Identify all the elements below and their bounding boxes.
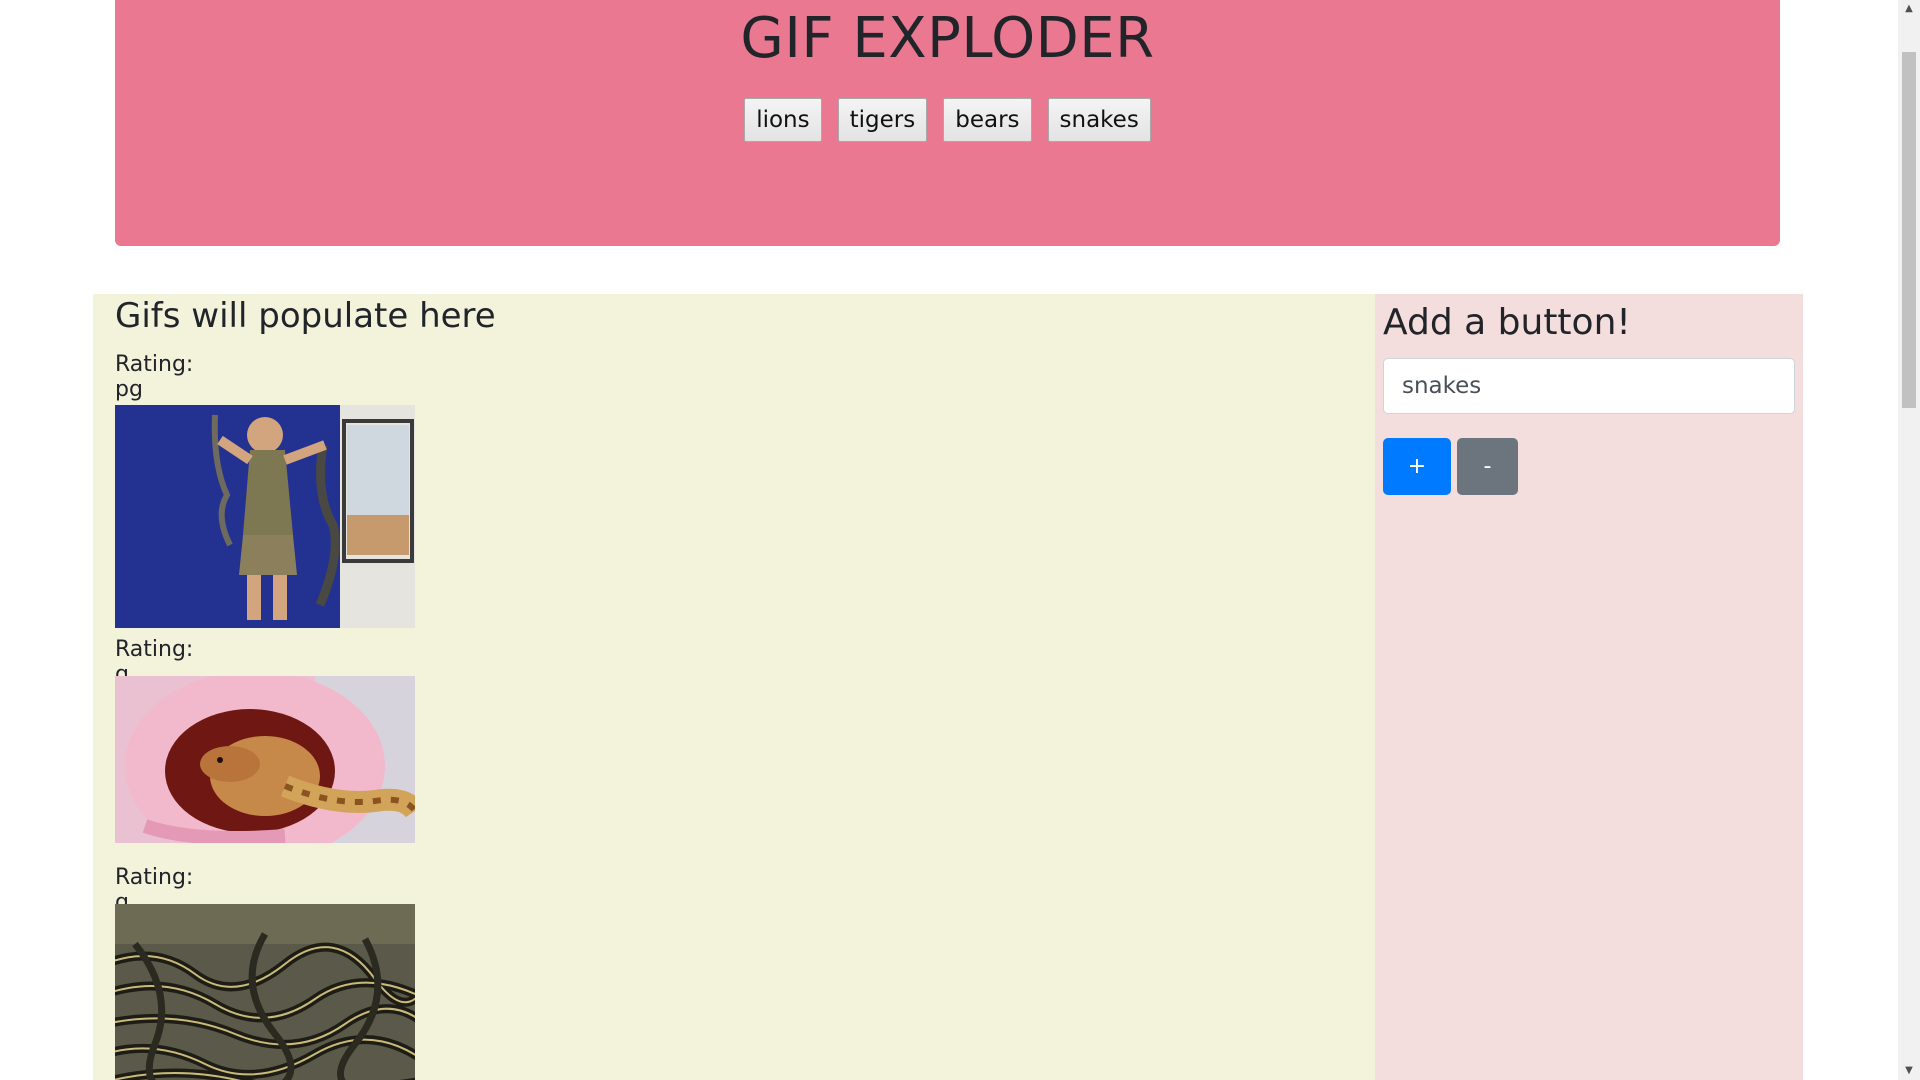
triangle-up-icon[interactable]: ▲ xyxy=(1898,0,1920,18)
add-button-panel: Add a button! + - xyxy=(1375,294,1803,1080)
topic-button-tigers[interactable]: tigers xyxy=(837,98,928,142)
gif-results-panel: Gifs will populate here Rating: pg Ratin… xyxy=(93,294,1375,1080)
header-banner: GIF EXPLODER lions tigers bears snakes xyxy=(115,0,1780,246)
scrollbar-thumb[interactable] xyxy=(1902,52,1916,408)
topic-button-row: lions tigers bears snakes xyxy=(115,98,1780,142)
vertical-scrollbar[interactable]: ▲ ▼ xyxy=(1898,0,1920,1080)
gif-image-snake-in-knit[interactable] xyxy=(115,676,415,843)
gif-rating: Rating: pg xyxy=(115,352,194,402)
topic-button-snakes[interactable]: snakes xyxy=(1047,98,1151,142)
topic-button-lions[interactable]: lions xyxy=(744,98,822,142)
add-panel-heading: Add a button! xyxy=(1383,302,1631,343)
gif-image-man-snakes[interactable] xyxy=(115,405,415,628)
page: GIF EXPLODER lions tigers bears snakes G… xyxy=(0,0,1920,1080)
gif-panel-heading: Gifs will populate here xyxy=(115,296,496,336)
topic-input[interactable] xyxy=(1383,358,1795,414)
gif-image-snake-mass[interactable] xyxy=(115,904,415,1080)
site-title: GIF EXPLODER xyxy=(740,6,1155,71)
remove-topic-button[interactable]: - xyxy=(1457,438,1518,495)
add-topic-button[interactable]: + xyxy=(1383,438,1451,495)
topic-button-bears[interactable]: bears xyxy=(943,98,1032,142)
triangle-down-icon[interactable]: ▼ xyxy=(1898,1062,1920,1080)
